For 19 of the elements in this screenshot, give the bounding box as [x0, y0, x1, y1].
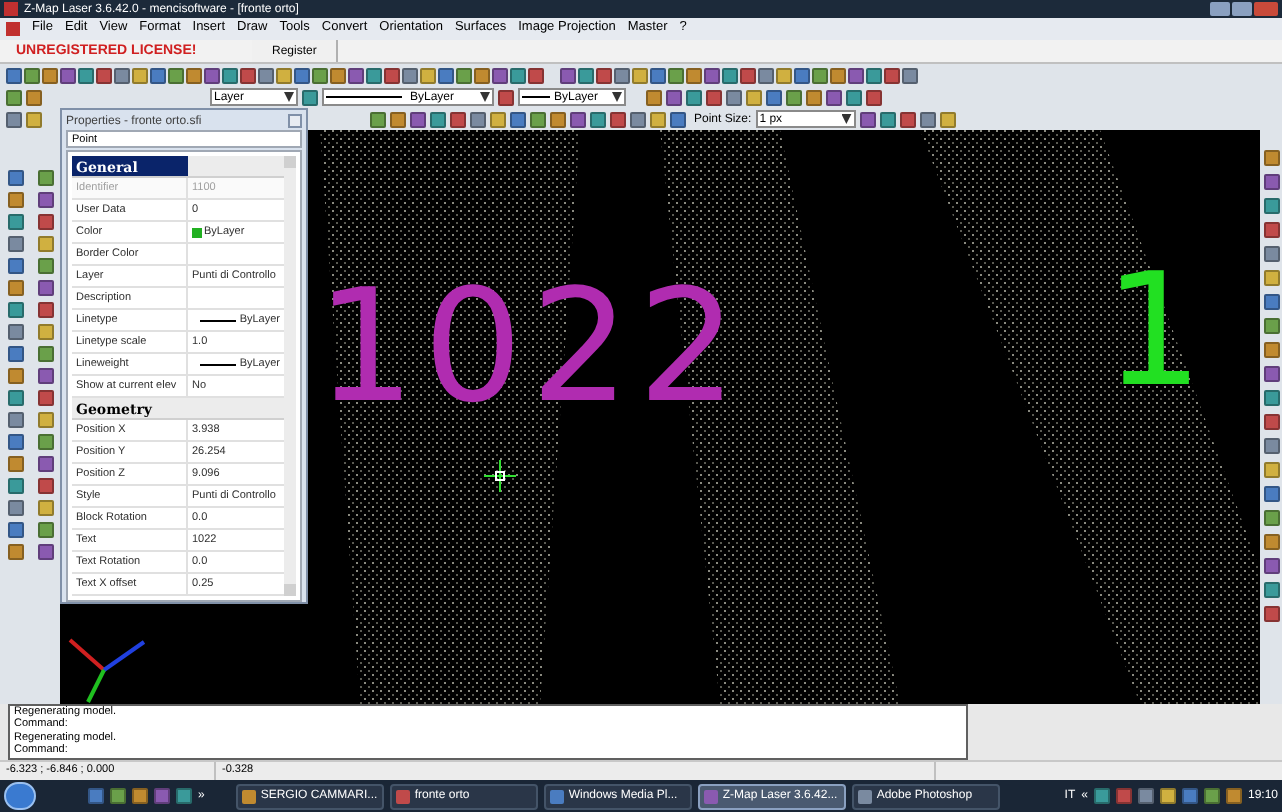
caret-icon — [612, 92, 622, 102]
axis-icon — [68, 638, 146, 703]
line-sample — [326, 96, 402, 98]
line-sample — [522, 96, 550, 98]
app-icon — [242, 789, 257, 803]
app-icon — [858, 789, 873, 803]
caret-icon — [284, 92, 294, 102]
start-button[interactable] — [4, 782, 36, 810]
caret-icon — [841, 114, 852, 124]
line-sample — [199, 319, 236, 321]
line-sample — [199, 363, 236, 365]
close-button[interactable] — [288, 114, 302, 128]
app-icon — [704, 789, 719, 803]
app-icon — [396, 789, 411, 803]
app-icon — [550, 789, 565, 803]
caret-icon — [480, 92, 490, 102]
drawing-text: 1022 — [316, 270, 746, 426]
drawing-text: 1 — [1104, 254, 1212, 410]
crosshair-icon — [483, 459, 517, 493]
